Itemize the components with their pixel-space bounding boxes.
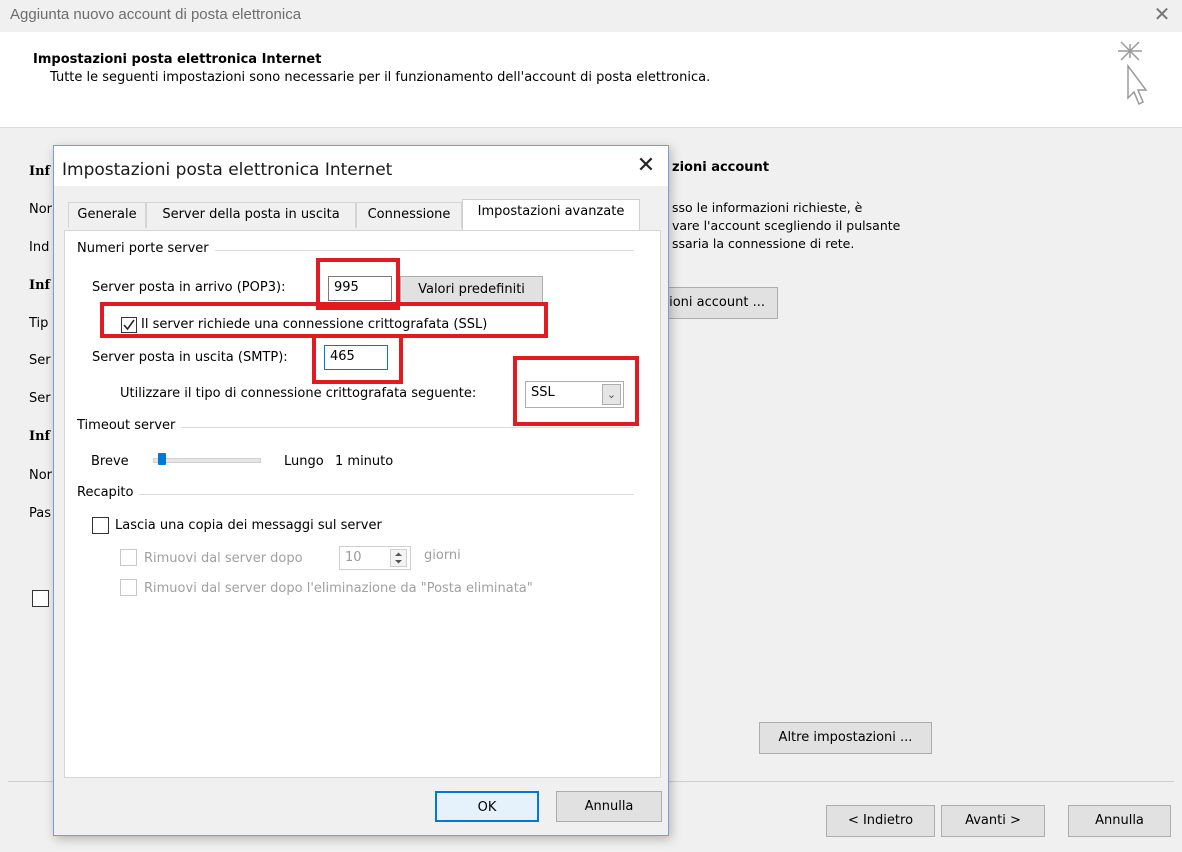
tab-outgoing-server[interactable]: Server della posta in uscita [146,202,356,228]
days-label: giorni [424,548,461,563]
timeout-value: 1 minuto [335,454,394,469]
window-title: Aggiunta nuovo account di posta elettron… [10,6,302,23]
left-label-2: Nor [29,202,53,217]
advanced-panel: Numeri porte server Server posta in arri… [64,230,661,778]
encryption-type-value: SSL [531,385,555,400]
tab-general[interactable]: Generale [68,202,146,228]
close-icon[interactable]: ✕ [1150,2,1174,27]
account-text-3: ssaria la connessione di rete. [672,236,855,251]
left-label-7: Ser [29,391,51,406]
left-label-5: Tip [29,316,49,331]
incoming-port-label: Server posta in arrivo (POP3): [92,280,286,295]
left-label-3: Ind [29,240,50,255]
left-label-10: Pas [29,506,51,521]
outgoing-port-input[interactable]: 465 [324,345,388,370]
remove-deleted-label: Rimuovi dal server dopo l'eliminazione d… [144,581,533,596]
remove-days-stepper[interactable]: 10 [339,546,411,570]
leave-copy-label[interactable]: Lascia una copia dei messaggi sul server [115,518,382,533]
more-settings-button[interactable]: Altre impostazioni ... [759,722,932,754]
settings-dialog: Impostazioni posta elettronica Internet … [53,145,669,836]
stepper-arrows-icon[interactable] [390,549,407,567]
dialog-cancel-button[interactable]: Annulla [556,791,662,822]
back-button[interactable]: < Indietro [826,805,935,837]
ports-section-label: Numeri porte server [77,241,215,256]
left-label-9: Nor [29,468,53,483]
remove-days-value: 10 [345,550,362,565]
chevron-down-icon[interactable]: ⌄ [602,384,621,405]
account-text-1: sso le informazioni richieste, è [672,200,863,215]
timeout-short-label: Breve [91,454,129,469]
account-settings-heading: zioni account [672,160,770,175]
ssl-checkbox-label[interactable]: Il server richiede una connessione critt… [141,317,487,332]
remove-deleted-checkbox[interactable] [120,579,137,596]
left-label-8: Inf [29,429,51,444]
incoming-port-input[interactable]: 995 [328,276,392,301]
left-label-1: Inf [29,164,51,179]
outgoing-port-label: Server posta in uscita (SMTP): [92,350,288,365]
wizard-cancel-button[interactable]: Annulla [1068,805,1171,837]
checkmark-icon [123,319,135,331]
outer-checkbox[interactable] [32,590,49,607]
left-label-6: Ser [29,353,51,368]
ok-button[interactable]: OK [435,791,539,822]
tab-connection[interactable]: Connessione [356,202,462,228]
remove-after-checkbox[interactable] [120,549,137,566]
timeout-slider-thumb[interactable] [158,453,167,465]
leave-copy-checkbox[interactable] [92,517,109,534]
delivery-section-label: Recapito [77,485,140,500]
wizard-cursor-icon [1112,36,1148,119]
left-label-4: Inf [29,278,51,293]
tab-advanced[interactable]: Impostazioni avanzate [462,199,640,230]
delivery-divider [77,494,634,495]
dialog-close-icon[interactable]: ✕ [634,152,658,178]
encryption-type-label: Utilizzare il tipo di connessione critto… [120,386,477,401]
timeout-slider-track[interactable] [153,458,261,463]
wizard-heading: Impostazioni posta elettronica Internet [33,52,322,67]
default-values-button[interactable]: Valori predefiniti [400,276,543,304]
timeout-section-label: Timeout server [77,418,182,433]
dialog-title: Impostazioni posta elettronica Internet [62,160,393,180]
ssl-checkbox[interactable] [121,317,137,333]
encryption-type-select[interactable]: SSL ⌄ [525,381,624,408]
account-text-2: vare l'account scegliendo il pulsante [672,218,901,233]
remove-after-label: Rimuovi dal server dopo [144,551,303,566]
next-button[interactable]: Avanti > [941,805,1045,837]
wizard-description: Tutte le seguenti impostazioni sono nece… [50,70,711,85]
timeout-long-label: Lungo [284,454,324,469]
